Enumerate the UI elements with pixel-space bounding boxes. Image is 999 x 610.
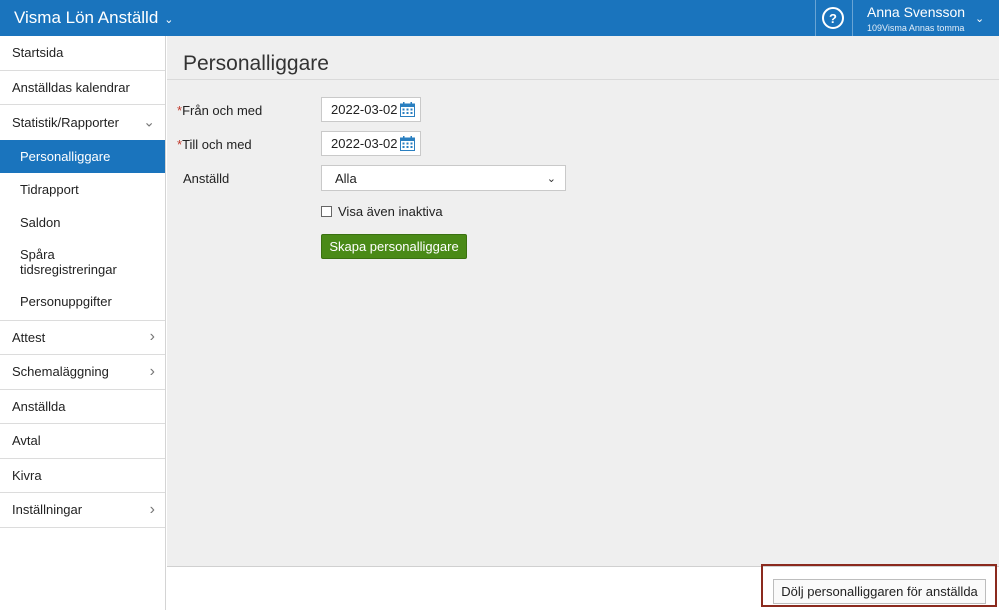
calendar-icon[interactable] xyxy=(400,136,415,151)
show-inactive-option[interactable]: Visa även inaktiva xyxy=(321,204,443,219)
to-date-label: *Till och med xyxy=(177,137,252,152)
sidebar-item-label: Attest xyxy=(12,329,46,345)
from-date-input[interactable]: 2022-03-02 xyxy=(321,97,421,122)
sidebar-item-label: Statistik/Rapporter xyxy=(12,114,119,130)
main-content: Personalliggare *Från och med 2022-03-02… xyxy=(167,36,999,610)
sidebar-item-label: Avtal xyxy=(12,433,41,449)
sidebar-item-avtal[interactable]: Avtal xyxy=(0,424,165,459)
from-date-value: 2022-03-02 xyxy=(331,102,398,117)
sidebar-item-anstalldas-kalendrar[interactable]: Anställdas kalendrar xyxy=(0,71,165,105)
sidebar-item-label: Personalliggare xyxy=(20,148,111,164)
to-date-label-text: Till och med xyxy=(182,137,252,152)
sidebar-item-attest[interactable]: Attest › xyxy=(0,321,165,355)
sidebar-item-label: Personuppgifter xyxy=(20,293,112,309)
from-date-label-text: Från och med xyxy=(182,103,263,118)
to-date-value: 2022-03-02 xyxy=(331,136,398,151)
employee-label: Anställd xyxy=(183,171,230,186)
divider xyxy=(167,79,999,80)
divider xyxy=(815,0,816,36)
chevron-down-icon: ⌄ xyxy=(164,14,174,26)
user-menu[interactable]: Anna Svensson 109Visma Annas tomma xyxy=(867,4,965,33)
top-bar: Visma Lön Anställd ⌄ ? Anna Svensson 109… xyxy=(0,0,999,36)
user-name: Anna Svensson xyxy=(867,4,966,20)
chevron-down-icon: ⌄ xyxy=(143,113,155,130)
app-title: Visma Lön Anställd xyxy=(14,8,159,27)
chevron-right-icon: › xyxy=(149,328,155,346)
sidebar-item-label: Saldon xyxy=(20,214,61,230)
sidebar-item-label: Tidrapport xyxy=(20,181,79,197)
sidebar-subitem-personalliggare[interactable]: Personalliggare xyxy=(0,139,165,173)
sidebar: Startsida Anställdas kalendrar Statistik… xyxy=(0,36,166,610)
sidebar-item-label: Anställda xyxy=(12,398,66,414)
sidebar-item-label: Spåra tidsregistreringar xyxy=(20,246,117,277)
calendar-icon[interactable] xyxy=(400,102,415,117)
create-personalliggare-button[interactable]: Skapa personalliggare xyxy=(321,234,467,259)
sidebar-item-statistik-rapporter[interactable]: Statistik/Rapporter ⌄ xyxy=(0,105,165,140)
employee-select[interactable]: Alla ⌄ xyxy=(321,165,566,191)
to-date-input[interactable]: 2022-03-02 xyxy=(321,131,421,156)
sidebar-item-installningar[interactable]: Inställningar › xyxy=(0,493,165,528)
show-inactive-label: Visa även inaktiva xyxy=(338,204,443,219)
sidebar-item-anstallda[interactable]: Anställda xyxy=(0,390,165,424)
sidebar-item-label: Startsida xyxy=(12,45,64,61)
sidebar-subitem-spara-tidsregistreringar[interactable]: Spåra tidsregistreringar xyxy=(0,239,165,285)
chevron-right-icon: › xyxy=(149,362,155,380)
from-date-label: *Från och med xyxy=(177,103,262,118)
sidebar-item-kivra[interactable]: Kivra xyxy=(0,459,165,493)
chevron-down-icon[interactable]: ⌄ xyxy=(975,12,984,25)
help-icon[interactable]: ? xyxy=(822,7,844,29)
user-organization: 109Visma Annas tomma xyxy=(867,23,965,33)
sidebar-item-label: Schemaläggning xyxy=(12,364,109,380)
sidebar-item-label: Kivra xyxy=(12,467,42,483)
chevron-right-icon: › xyxy=(149,500,155,518)
sidebar-item-label: Anställdas kalendrar xyxy=(12,79,130,95)
sidebar-subitem-personuppgifter[interactable]: Personuppgifter xyxy=(0,285,165,318)
submenu-statistik: Personalliggare Tidrapport Saldon Spåra … xyxy=(0,139,165,321)
page-title: Personalliggare xyxy=(183,52,329,75)
sidebar-subitem-tidrapport[interactable]: Tidrapport xyxy=(0,173,165,206)
sidebar-item-label: Inställningar xyxy=(12,502,83,518)
sidebar-item-startsida[interactable]: Startsida xyxy=(0,36,165,71)
divider xyxy=(852,0,853,36)
chevron-down-icon: ⌄ xyxy=(546,173,556,185)
sidebar-subitem-saldon[interactable]: Saldon xyxy=(0,206,165,239)
app-switcher[interactable]: Visma Lön Anställd ⌄ xyxy=(14,8,174,28)
sidebar-item-schemalaggning[interactable]: Schemaläggning › xyxy=(0,355,165,390)
hide-personalliggare-button[interactable]: Dölj personalliggaren för anställda xyxy=(773,579,986,604)
show-inactive-checkbox[interactable] xyxy=(321,206,332,217)
employee-select-value: Alla xyxy=(335,170,357,186)
